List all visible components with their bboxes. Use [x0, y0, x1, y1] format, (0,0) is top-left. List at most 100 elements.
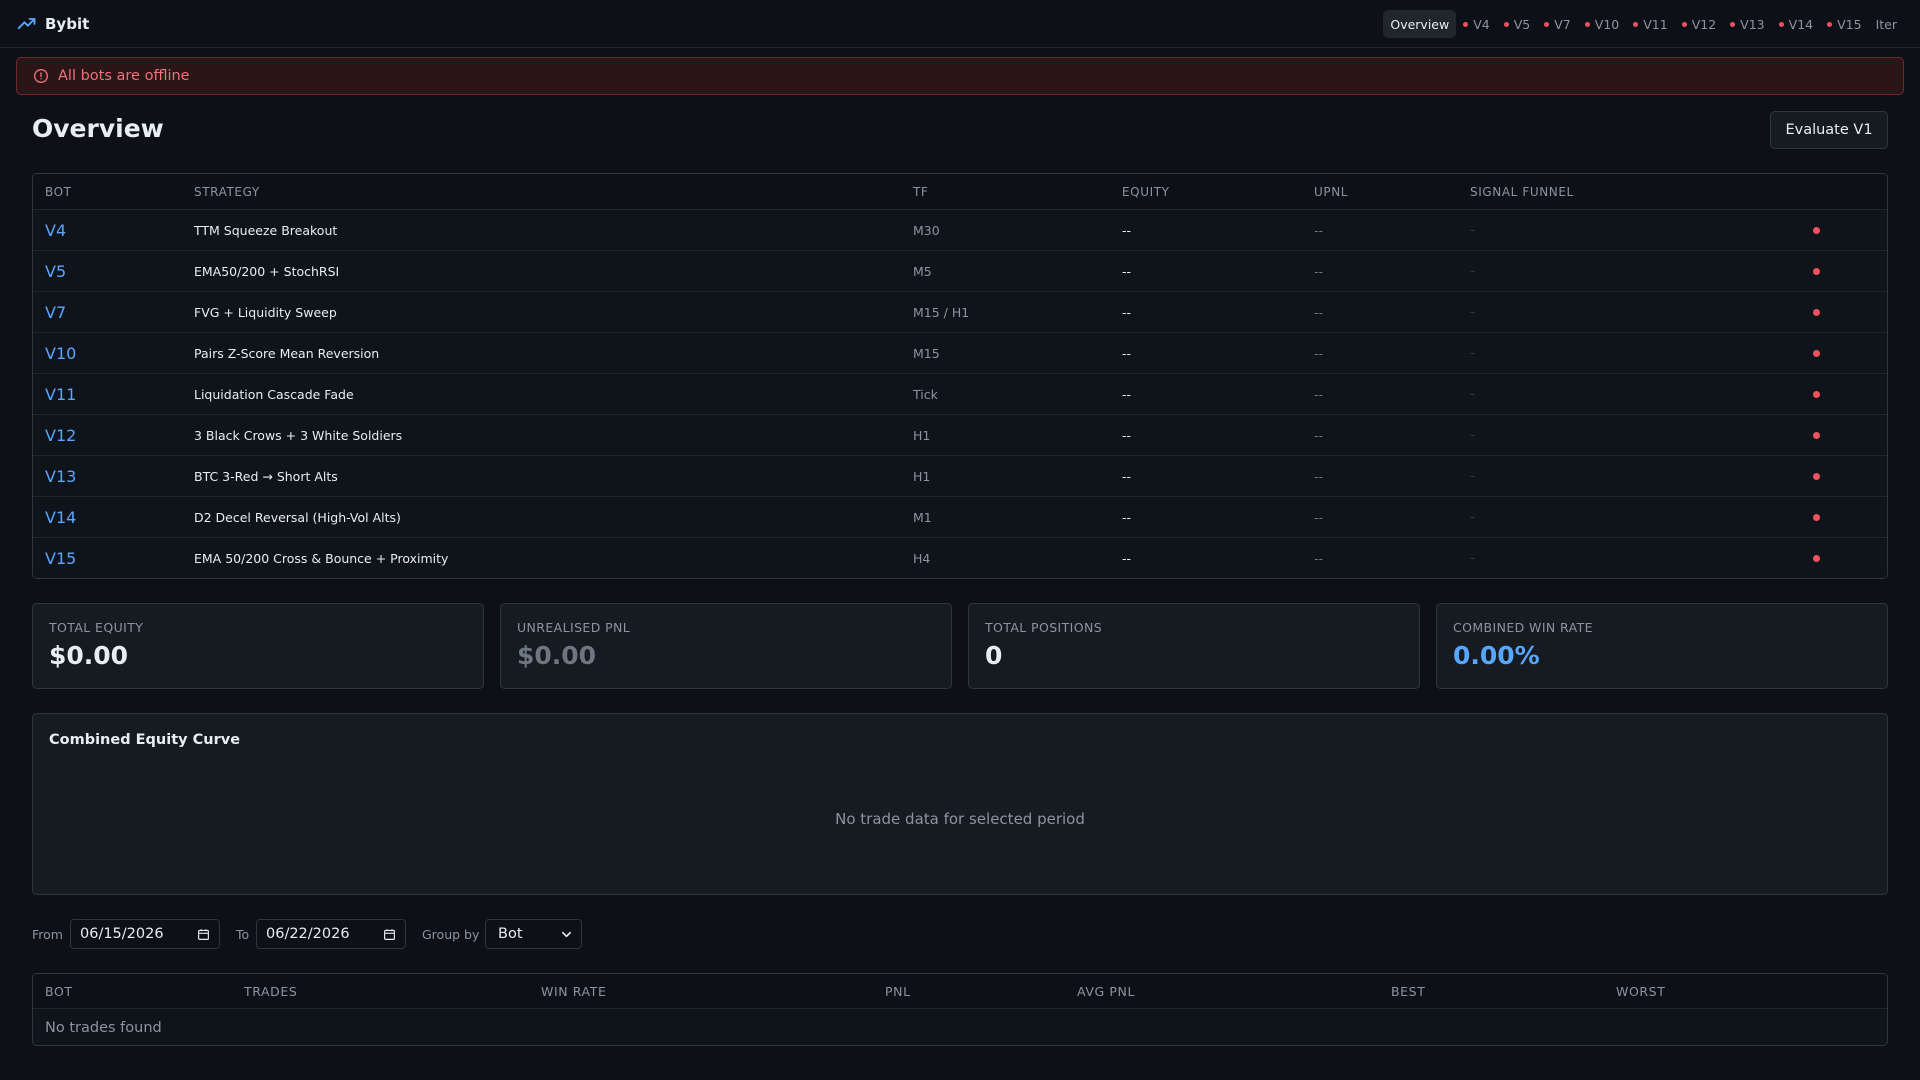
table-row[interactable]: V10 Pairs Z-Score Mean Reversion M15 -- -- –: [33, 333, 1887, 374]
upnl-cell: --: [1314, 468, 1324, 484]
bot-link[interactable]: V5: [45, 251, 66, 291]
alert-text: All bots are offline: [58, 68, 190, 84]
to-date-input[interactable]: 06/22/2026: [256, 919, 406, 949]
upnl-cell: --: [1314, 551, 1324, 566]
bot-link[interactable]: V11: [45, 374, 76, 414]
bot-link[interactable]: V15: [45, 538, 76, 578]
signal-funnel-cell: –: [1470, 306, 1475, 318]
to-label: To: [236, 926, 250, 942]
stat-label: UNREALISED PNL: [517, 620, 631, 635]
table-row[interactable]: V11 Liquidation Cascade Fade Tick -- -- –: [33, 374, 1887, 415]
nav-item-v12[interactable]: V12: [1675, 10, 1723, 38]
bot-link[interactable]: V14: [45, 497, 76, 537]
calendar-icon: [384, 928, 395, 940]
strategy-cell: D2 Decel Reversal (High-Vol Alts): [194, 509, 401, 525]
signal-funnel-cell: –: [1470, 553, 1475, 564]
strategy-cell: EMA50/200 + StochRSI: [194, 263, 340, 279]
strategy-cell: FVG + Liquidity Sweep: [194, 304, 337, 320]
status-dot: [1463, 21, 1469, 27]
status-cell: [1813, 210, 1820, 250]
bot-link[interactable]: V10: [45, 333, 76, 373]
table-row[interactable]: V13 BTC 3-Red → Short Alts H1 -- -- –: [33, 456, 1887, 497]
status-cell: [1813, 497, 1820, 537]
table-row[interactable]: V15 EMA 50/200 Cross & Bounce + Proximity…: [33, 538, 1887, 578]
timeframe-cell: M5: [913, 263, 932, 279]
nav-item-v14[interactable]: V14: [1772, 10, 1820, 38]
timeframe-cell: M15 / H1: [913, 304, 970, 320]
status-dot: [1681, 21, 1687, 27]
trades-header-bot[interactable]: BOT: [45, 974, 73, 1008]
upnl-cell: --: [1314, 263, 1324, 279]
header-signal-funnel: SIGNAL FUNNEL: [1470, 184, 1574, 199]
equity-cell: --: [1122, 263, 1132, 279]
nav-item-v13[interactable]: V13: [1723, 10, 1771, 38]
status-cell: [1813, 251, 1820, 291]
header-equity: EQUITY: [1122, 184, 1170, 199]
nav-item-v5[interactable]: V5: [1497, 10, 1538, 38]
status-dot: [1778, 21, 1784, 27]
status-dot: [1730, 21, 1736, 27]
equity-cell: --: [1122, 304, 1132, 320]
nav-item-v11[interactable]: V11: [1626, 10, 1674, 38]
from-date-value: 06/15/2026: [80, 926, 164, 942]
nav-item-v4[interactable]: V4: [1456, 10, 1497, 38]
trades-header-worst[interactable]: WORST: [1616, 974, 1665, 1008]
equity-cell: --: [1122, 222, 1132, 238]
offline-status-dot: [1813, 308, 1820, 316]
trades-header-best[interactable]: BEST: [1391, 974, 1425, 1008]
table-row[interactable]: V14 D2 Decel Reversal (High-Vol Alts) M1 --…: [33, 497, 1887, 538]
stat-value: 0: [985, 641, 1003, 670]
strategy-cell: EMA 50/200 Cross & Bounce + Proximity: [194, 551, 449, 566]
header-bot: BOT: [45, 184, 72, 199]
upnl-cell: --: [1314, 304, 1324, 320]
nav-item-v10[interactable]: V10: [1578, 10, 1626, 38]
nav-item-v7[interactable]: V7: [1537, 10, 1578, 38]
stat-value: $0.00: [517, 641, 597, 670]
chevron-down-icon: [562, 931, 571, 937]
strategy-cell: TTM Squeeze Breakout: [194, 222, 338, 238]
status-dot: [1827, 21, 1833, 27]
trades-header-trades[interactable]: TRADES: [244, 974, 297, 1008]
nav-item-v15[interactable]: V15: [1820, 10, 1868, 38]
trades-header-avg-pnl[interactable]: AVG PNL: [1077, 974, 1135, 1008]
trades-header-win-rate[interactable]: WIN RATE: [541, 974, 606, 1008]
nav-item-label: V15: [1837, 16, 1862, 32]
bot-link[interactable]: V4: [45, 210, 66, 250]
equity-cell: --: [1122, 551, 1132, 566]
table-row[interactable]: V7 FVG + Liquidity Sweep M15 / H1 -- -- –: [33, 292, 1887, 333]
status-dot: [1544, 21, 1550, 27]
nav-item-overview[interactable]: Overview: [1383, 10, 1457, 38]
signal-funnel-cell: –: [1470, 224, 1475, 236]
stat-label: COMBINED WIN RATE: [1453, 620, 1593, 635]
timeframe-cell: M30: [913, 222, 940, 238]
stat-value: 0.00%: [1453, 641, 1540, 670]
evaluate-button[interactable]: Evaluate V1: [1770, 111, 1888, 149]
table-row[interactable]: V4 TTM Squeeze Breakout M30 -- -- –: [33, 210, 1887, 251]
group-by-select[interactable]: Bot: [485, 919, 582, 949]
table-row[interactable]: V12 3 Black Crows + 3 White Soldiers H1 -- -…: [33, 415, 1887, 456]
offline-status-dot: [1813, 390, 1820, 398]
trades-table: BOT TRADES WIN RATE PNL AVG PNL BEST WORST No …: [32, 973, 1888, 1046]
offline-status-dot: [1813, 472, 1820, 480]
bot-link[interactable]: V13: [45, 456, 76, 496]
table-row[interactable]: V5 EMA50/200 + StochRSI M5 -- -- –: [33, 251, 1887, 292]
bots-table: BOT STRATEGY TF EQUITY UPNL SIGNAL FUNNE…: [32, 173, 1888, 579]
strategy-cell: Liquidation Cascade Fade: [194, 386, 354, 402]
signal-funnel-cell: –: [1470, 265, 1475, 277]
trades-header-pnl[interactable]: PNL: [885, 974, 911, 1008]
strategy-cell: Pairs Z-Score Mean Reversion: [194, 345, 380, 361]
equity-cell: --: [1122, 468, 1132, 484]
timeframe-cell: M15: [913, 345, 940, 361]
filters-bar: From 06/15/2026 To 06/22/2026 Group by B…: [32, 919, 1888, 949]
nav-item-label: V5: [1513, 16, 1531, 32]
brand[interactable]: Bybit: [17, 14, 89, 34]
page-title: Overview: [32, 114, 164, 143]
nav-item-label: V14: [1788, 16, 1814, 32]
nav-item-iter[interactable]: Iter: [1869, 10, 1904, 38]
bot-link[interactable]: V12: [45, 415, 76, 455]
equity-curve-empty-message: No trade data for selected period: [835, 810, 1085, 828]
equity-curve-title: Combined Equity Curve: [49, 732, 241, 748]
offline-status-dot: [1813, 349, 1820, 357]
bot-link[interactable]: V7: [45, 292, 66, 332]
from-date-input[interactable]: 06/15/2026: [70, 919, 220, 949]
